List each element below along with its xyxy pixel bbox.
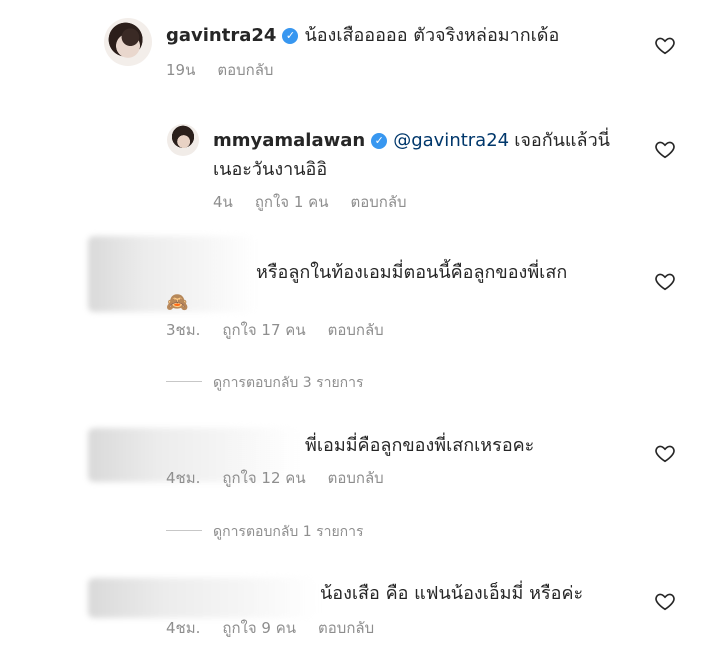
heart-outline-icon[interactable] (654, 590, 676, 612)
likes-count[interactable]: ถูกใจ 1 คน (255, 193, 329, 211)
comment-time[interactable]: 19น (166, 61, 195, 79)
comment-meta: 19น ตอบกลับ (166, 58, 295, 82)
comment-body: หรือลูกในท้องเอมมี่ตอนนี้คือลูกของพี่เสก… (166, 258, 626, 318)
comment-time[interactable]: 4ชม. (166, 619, 200, 637)
likes-count[interactable]: ถูกใจ 12 คน (222, 469, 305, 487)
comment-text: พี่เอมมี่คือลูกของพี่เสกเหรอคะ (305, 435, 535, 456)
comment-text: น้องเสือออออ ตัวจริงหล่อมากเด้อ (304, 25, 560, 46)
reply-button[interactable]: ตอบกลับ (318, 619, 374, 637)
heart-outline-icon[interactable] (654, 442, 676, 464)
comment-meta: 4น ถูกใจ 1 คน ตอบกลับ (213, 190, 429, 214)
comment-header: gavintra24 ✓ น้องเสือออออ ตัวจริงหล่อมากเด… (166, 20, 559, 49)
emoji: 🙈 (166, 292, 189, 313)
comment-meta: 4ชม. ถูกใจ 12 คน ตอบกลับ (166, 466, 406, 490)
view-replies-button[interactable]: ดูการตอบกลับ 3 รายการ (213, 372, 364, 394)
heart-outline-icon[interactable] (654, 138, 676, 160)
comment-meta: 4ชม. ถูกใจ 9 คน ตอบกลับ (166, 616, 396, 640)
comment-body: mmyamalawan ✓ @gavintra24 เจอกันแล้วนี่ เน… (213, 126, 633, 184)
heart-outline-icon[interactable] (654, 270, 676, 292)
avatar[interactable] (167, 124, 199, 156)
heart-outline-icon[interactable] (654, 34, 676, 56)
reply-button[interactable]: ตอบกลับ (328, 469, 384, 487)
comment-meta: 3ชม. ถูกใจ 17 คน ตอบกลับ (166, 318, 406, 342)
comment-text: น้องเสือ คือ แฟนน้องเอ็มมี่ หรือค่ะ (320, 583, 584, 604)
likes-count[interactable]: ถูกใจ 17 คน (222, 321, 305, 339)
replies-divider (166, 381, 202, 382)
username[interactable]: gavintra24 (166, 25, 276, 46)
comment-text-continued: เนอะวันงานอิอิ (213, 159, 328, 180)
comment-text: เจอกันแล้วนี่ (514, 130, 610, 151)
verified-badge-icon: ✓ (282, 28, 299, 44)
replies-divider (166, 530, 202, 531)
mention-link[interactable]: @gavintra24 (393, 130, 509, 151)
comment-time[interactable]: 4น (213, 193, 233, 211)
blurred-avatar-username (88, 578, 318, 618)
avatar[interactable] (104, 18, 152, 66)
reply-button[interactable]: ตอบกลับ (350, 193, 406, 211)
likes-count[interactable]: ถูกใจ 9 คน (222, 619, 296, 637)
username[interactable]: mmyamalawan (213, 130, 365, 151)
comment-text: หรือลูกในท้องเอมมี่ตอนนี้คือลูกของพี่เสก (256, 262, 568, 283)
comment-time[interactable]: 3ชม. (166, 321, 200, 339)
comment-time[interactable]: 4ชม. (166, 469, 200, 487)
reply-button[interactable]: ตอบกลับ (217, 61, 273, 79)
view-replies-button[interactable]: ดูการตอบกลับ 1 รายการ (213, 521, 364, 543)
reply-button[interactable]: ตอบกลับ (328, 321, 384, 339)
verified-badge-icon: ✓ (371, 133, 388, 149)
